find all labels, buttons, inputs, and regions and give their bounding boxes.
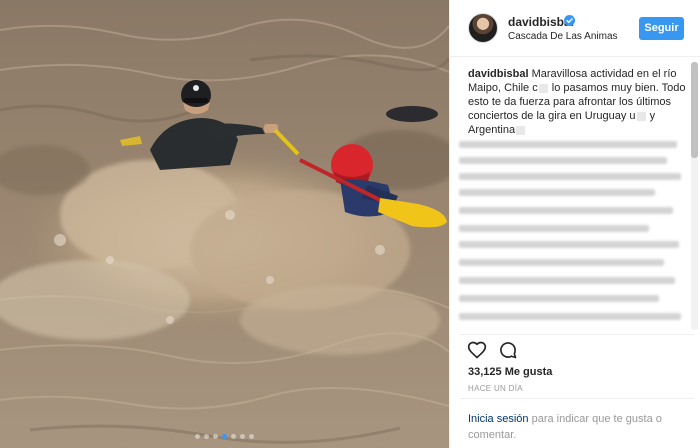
- carousel-dot[interactable]: [240, 434, 245, 439]
- carousel-dot[interactable]: [249, 434, 254, 439]
- blurred-comment: [459, 173, 681, 180]
- location-link[interactable]: Cascada De Las Animas: [508, 31, 618, 42]
- comment-icon[interactable]: [498, 340, 518, 360]
- caption-author[interactable]: davidbisbal: [468, 68, 529, 80]
- post-header: davidbisbal Cascada De Las Animas Seguir: [450, 0, 700, 57]
- blurred-comment: [459, 259, 664, 266]
- heart-icon[interactable]: [467, 340, 487, 360]
- comments-scrollbar[interactable]: [691, 62, 698, 330]
- rafting-photo: [0, 0, 449, 448]
- carousel-dot[interactable]: [231, 434, 236, 439]
- blurred-comment: [459, 141, 677, 148]
- emoji-icon: [516, 125, 526, 135]
- emoji-icon: [636, 111, 646, 121]
- blurred-comment: [459, 295, 659, 302]
- emoji-icon: [538, 83, 548, 93]
- blurred-comment: [459, 225, 649, 232]
- login-link[interactable]: Inicia sesión: [468, 413, 529, 425]
- carousel-indicator: [0, 434, 449, 439]
- blurred-comment: [459, 277, 675, 284]
- verified-badge-icon: [564, 15, 575, 26]
- post-actions: [467, 340, 687, 362]
- follow-button[interactable]: Seguir: [639, 17, 684, 40]
- post-caption: davidbisbal Maravillosa actividad en el …: [468, 67, 690, 137]
- likes-count[interactable]: 33,125 Me gusta: [468, 366, 552, 378]
- scrollbar-thumb[interactable]: [691, 62, 698, 158]
- carousel-dot[interactable]: [195, 434, 200, 439]
- divider: [459, 334, 694, 335]
- comments-area: davidbisbal Maravillosa actividad en el …: [450, 57, 700, 334]
- avatar[interactable]: [468, 13, 498, 43]
- carousel-dot[interactable]: [204, 434, 209, 439]
- blurred-comment: [459, 207, 673, 214]
- blurred-comment: [459, 241, 679, 248]
- carousel-dot[interactable]: [213, 434, 218, 439]
- post-photo[interactable]: [0, 0, 449, 448]
- blurred-comments: [459, 137, 686, 332]
- blurred-comment: [459, 313, 681, 320]
- carousel-dot-active[interactable]: [222, 434, 227, 439]
- blurred-comment: [459, 189, 655, 196]
- post-timestamp[interactable]: HACE UN DÍA: [468, 384, 523, 393]
- post-side-panel: davidbisbal Cascada De Las Animas Seguir…: [449, 0, 700, 448]
- divider: [459, 398, 694, 399]
- blurred-comment: [459, 157, 667, 164]
- login-prompt: Inicia sesión para indicar que te gusta …: [468, 411, 690, 443]
